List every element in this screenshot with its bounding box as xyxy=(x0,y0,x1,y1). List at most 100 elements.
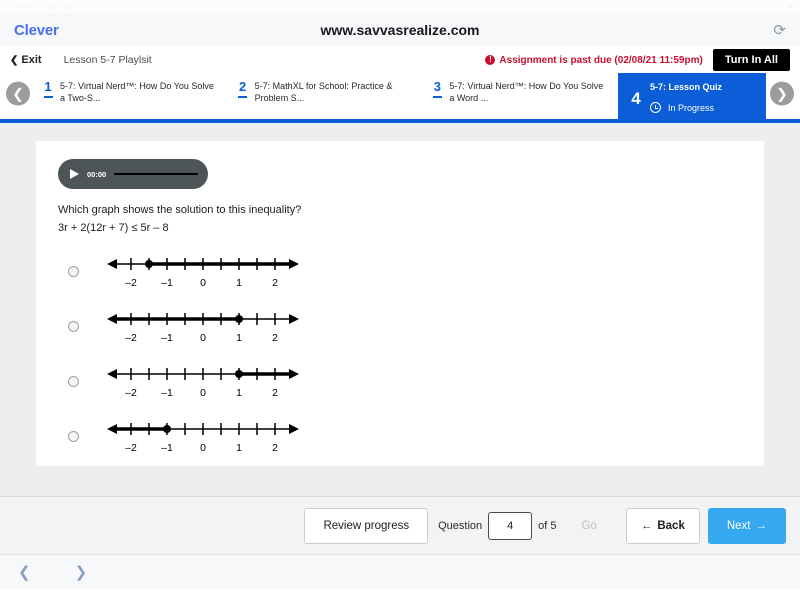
question-total-label: of 5 xyxy=(538,519,557,532)
question-number-input[interactable] xyxy=(488,511,533,540)
svg-text:1: 1 xyxy=(236,387,242,399)
browser-back-icon[interactable]: ❮ xyxy=(18,563,31,581)
alert-icon: ! xyxy=(485,55,496,65)
review-progress-button[interactable]: Review progress xyxy=(304,507,429,544)
go-button[interactable]: Go xyxy=(567,508,612,544)
tab-2-number: 2 xyxy=(239,79,247,94)
number-line-c: –2 –1 0 1 2 xyxy=(103,360,303,402)
svg-text:0: 0 xyxy=(200,387,206,399)
browser-footer-nav: ❮ ❯ xyxy=(0,554,800,589)
svg-text:2: 2 xyxy=(272,277,278,289)
tab-3-label: 5-7: Virtual Nerd™: How Do You Solve a W… xyxy=(449,81,604,104)
answer-option-a[interactable]: –2 –1 0 1 2 xyxy=(58,244,742,299)
number-line-d: –2 –1 0 1 2 xyxy=(103,415,303,457)
past-due-text: Assignment is past due (02/08/21 11:59pm… xyxy=(499,54,703,66)
tab-2-marker: 2 xyxy=(237,80,249,119)
tab-1-underline xyxy=(43,95,53,98)
audio-progress-track[interactable] xyxy=(114,173,198,175)
question-inequality: 3r + 2(12r + 7) ≤ 5r – 8 xyxy=(58,221,169,234)
tab-4-status: In Progress xyxy=(650,102,722,114)
answer-option-d[interactable]: –2 –1 0 1 2 xyxy=(58,409,742,464)
browser-forward-icon[interactable]: ❯ xyxy=(75,563,88,581)
question-label: Question xyxy=(438,519,483,532)
playlist-tab-1[interactable]: 1 5-7: Virtual Nerd™: How Do You Solve a… xyxy=(34,73,229,119)
playlist-next-button[interactable]: ❯ xyxy=(770,81,794,106)
svg-text:–1: –1 xyxy=(161,277,173,289)
question-card: 00:00 Which graph shows the solution to … xyxy=(36,141,764,466)
svg-text:–1: –1 xyxy=(161,387,173,399)
playlist-tab-2[interactable]: 2 5-7: MathXL for School: Practice & Pro… xyxy=(229,73,424,119)
tab-4-number: 4 xyxy=(631,89,641,109)
playlist-tab-3[interactable]: 3 5-7: Virtual Nerd™: How Do You Solve a… xyxy=(423,73,618,119)
audio-time: 00:00 xyxy=(87,169,107,179)
svg-text:2: 2 xyxy=(272,442,278,454)
back-button[interactable]: ← Back xyxy=(625,507,700,544)
answer-option-c[interactable]: –2 –1 0 1 2 xyxy=(58,354,742,409)
quiz-stage: 00:00 Which graph shows the solution to … xyxy=(0,123,800,496)
tab-3-underline xyxy=(432,95,442,98)
tab-3-marker: 3 xyxy=(431,80,443,119)
playlist-tab-strip: ❮ 1 5-7: Virtual Nerd™: How Do You Solve… xyxy=(0,73,800,123)
tab-4-label: 5-7: Lesson Quiz xyxy=(650,82,723,92)
status-time: 9:44 AM xyxy=(6,2,37,11)
svg-text:1: 1 xyxy=(236,277,242,289)
device-status-bar: 9:44 AM Tue Mar 16 ▲ 71% ■ xyxy=(0,0,800,13)
arrow-left-icon: ← xyxy=(640,519,653,532)
status-indicators: ▲ 71% ■ xyxy=(756,2,794,11)
app-nav-bar: ❮ Exit Lesson 5-7 Playlsit ! Assignment … xyxy=(0,47,800,73)
question-navigator: Question of 5 xyxy=(438,511,557,540)
svg-text:–1: –1 xyxy=(161,442,173,454)
past-due-notice: ! Assignment is past due (02/08/21 11:59… xyxy=(485,54,703,66)
tab-1-number: 1 xyxy=(44,79,52,94)
tab-4-status-label: In Progress xyxy=(668,102,715,113)
play-icon[interactable] xyxy=(70,169,79,179)
address-bar-url[interactable]: www.savvasrealize.com xyxy=(0,22,800,38)
svg-text:2: 2 xyxy=(272,387,278,399)
turn-in-all-button[interactable]: Turn In All xyxy=(712,49,790,71)
radio-option-d[interactable] xyxy=(68,430,79,442)
tab-2-underline xyxy=(238,95,248,98)
tab-2-label: 5-7: MathXL for School: Practice & Probl… xyxy=(254,81,393,104)
exit-button[interactable]: ❮ Exit xyxy=(10,54,42,66)
battery-icon: ■ xyxy=(788,2,794,11)
status-date: Tue Mar 16 xyxy=(42,2,86,11)
back-label: Back xyxy=(657,519,685,532)
arrow-right-icon: → xyxy=(755,519,768,532)
svg-text:0: 0 xyxy=(200,277,206,289)
next-button[interactable]: Next → xyxy=(707,507,786,544)
svg-text:–2: –2 xyxy=(125,387,137,399)
radio-option-a[interactable] xyxy=(68,265,79,277)
clock-icon xyxy=(650,102,662,114)
svg-text:0: 0 xyxy=(200,332,206,344)
playlist-tab-4[interactable]: 4 5-7: Lesson Quiz In Progress xyxy=(618,73,767,119)
audio-player[interactable]: 00:00 xyxy=(58,159,208,189)
tab-1-label: 5-7: Virtual Nerd™: How Do You Solve a T… xyxy=(60,81,214,104)
answer-options: –2 –1 0 1 2 –2 –1 0 1 2 –2 –1 0 1 2 –2 –1 … xyxy=(58,244,742,464)
svg-text:1: 1 xyxy=(236,442,242,454)
radio-option-b[interactable] xyxy=(68,320,79,332)
reload-icon[interactable]: ⟳ xyxy=(773,23,786,38)
svg-text:1: 1 xyxy=(236,332,242,344)
number-line-a: –2 –1 0 1 2 xyxy=(103,250,303,292)
svg-text:–1: –1 xyxy=(161,332,173,344)
svg-text:0: 0 xyxy=(200,442,206,454)
question-prompt: Which graph shows the solution to this i… xyxy=(58,204,302,216)
radio-option-c[interactable] xyxy=(68,375,79,387)
tab-3-number: 3 xyxy=(433,79,441,94)
answer-option-b[interactable]: –2 –1 0 1 2 xyxy=(58,299,742,354)
playlist-prev-button[interactable]: ❮ xyxy=(6,81,30,106)
browser-toolbar: Clever www.savvasrealize.com ⟳ xyxy=(0,13,800,47)
quiz-bottom-toolbar: Review progress Question of 5 Go ← Back … xyxy=(0,496,800,554)
status-battery: 71% xyxy=(768,2,785,11)
exit-label: Exit xyxy=(21,54,42,66)
svg-text:–2: –2 xyxy=(125,332,137,344)
tab-1-marker: 1 xyxy=(42,80,54,119)
svg-text:–2: –2 xyxy=(125,442,137,454)
number-line-b: –2 –1 0 1 2 xyxy=(103,305,303,347)
tab-4-marker: 4 xyxy=(628,79,644,119)
svg-text:–2: –2 xyxy=(125,277,137,289)
chevron-left-icon: ❮ xyxy=(10,54,19,66)
next-label: Next xyxy=(726,519,751,532)
clever-logo[interactable]: Clever xyxy=(14,22,59,39)
svg-text:2: 2 xyxy=(272,332,278,344)
